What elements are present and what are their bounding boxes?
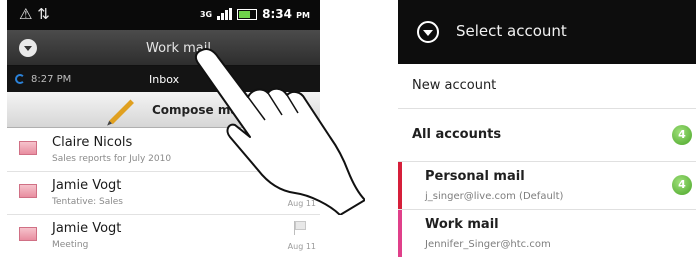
account-name: Personal mail bbox=[425, 169, 525, 184]
mail-date: Aug 11 bbox=[287, 242, 316, 251]
mail-list-item[interactable]: Jamie Vogt Meeting Aug 11 bbox=[7, 215, 320, 257]
new-account-item[interactable]: New account bbox=[398, 64, 696, 109]
unread-count-badge: 4 bbox=[672, 125, 692, 145]
all-accounts-item[interactable]: All accounts 4 bbox=[398, 109, 696, 162]
all-accounts-label: All accounts bbox=[412, 127, 502, 142]
collapse-arrow-icon[interactable] bbox=[417, 21, 439, 43]
account-item-personal[interactable]: Personal mail j_singer@live.com (Default… bbox=[398, 162, 696, 210]
status-indicators: 3G 8:34 PM bbox=[200, 7, 310, 21]
mail-sender: Jamie Vogt bbox=[52, 221, 122, 236]
mail-sender: Jamie Vogt bbox=[52, 178, 122, 193]
account-email: j_singer@live.com (Default) bbox=[425, 191, 564, 202]
pencil-icon bbox=[109, 99, 134, 125]
mail-subject: Tentative: Sales bbox=[52, 197, 123, 207]
status-bar: ⚠ ⇅ 3G 8:34 PM bbox=[7, 0, 320, 30]
last-sync-time: 8:27 PM bbox=[31, 74, 72, 85]
envelope-icon bbox=[19, 141, 37, 155]
pointing-hand-icon bbox=[194, 47, 365, 215]
envelope-icon bbox=[19, 227, 37, 241]
sync-icon[interactable] bbox=[15, 74, 25, 84]
mail-sender: Claire Nicols bbox=[52, 135, 133, 150]
account-name: Work mail bbox=[425, 217, 499, 232]
account-color-stripe bbox=[398, 210, 402, 257]
flag-icon[interactable] bbox=[294, 221, 306, 235]
account-item-work[interactable]: Work mail Jennifer_Singer@htc.com bbox=[398, 210, 696, 257]
mail-subject: Sales reports for July 2010 bbox=[52, 154, 172, 164]
folder-name[interactable]: Inbox bbox=[149, 73, 179, 86]
mail-subject: Meeting bbox=[52, 240, 89, 250]
notification-icons: ⚠ ⇅ bbox=[19, 5, 50, 23]
select-account-header[interactable]: Select account bbox=[398, 0, 696, 64]
unread-count-badge: 4 bbox=[672, 175, 692, 195]
envelope-icon bbox=[19, 184, 37, 198]
account-email: Jennifer_Singer@htc.com bbox=[425, 239, 551, 250]
account-color-stripe bbox=[398, 162, 402, 209]
network-type-icon: 3G bbox=[199, 9, 213, 19]
signal-icon bbox=[217, 8, 233, 20]
select-account-screen: Select account New account All accounts … bbox=[398, 0, 696, 257]
new-account-label: New account bbox=[412, 78, 497, 93]
battery-icon bbox=[237, 8, 258, 20]
status-time: 8:34 PM bbox=[262, 7, 310, 21]
select-account-title: Select account bbox=[456, 22, 567, 40]
